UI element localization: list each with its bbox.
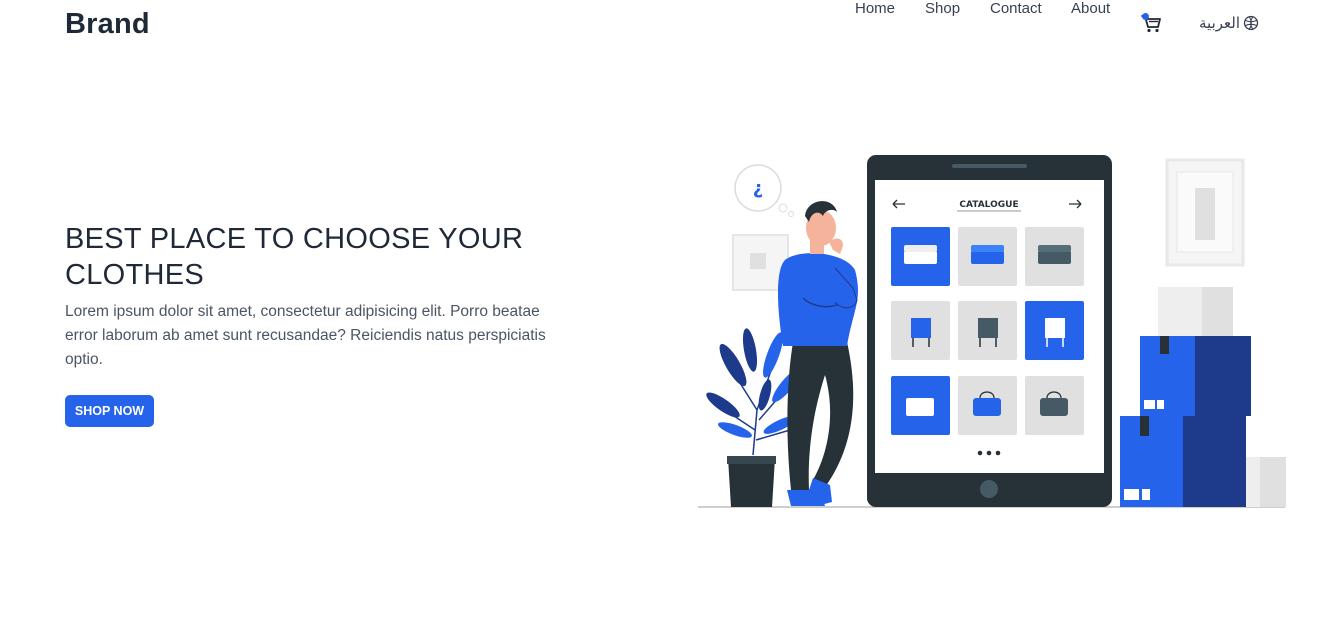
nav-link-contact[interactable]: Contact <box>990 0 1042 17</box>
hero-title: BEST PLACE TO CHOOSE YOUR CLOTHES <box>65 223 524 291</box>
boxes <box>1120 287 1286 507</box>
language-label: العربية <box>1199 15 1240 32</box>
language-switch[interactable]: العربية <box>1199 14 1259 32</box>
tablet-device: CATALOGUE <box>867 155 1112 507</box>
nav-link-shop[interactable]: Shop <box>925 0 960 17</box>
navbar: Brand Home Shop Contact About العربية <box>0 0 1341 52</box>
globe-icon <box>1243 15 1259 31</box>
shop-now-button[interactable]: SHOP NOW <box>65 395 154 427</box>
catalogue-label: CATALOGUE <box>959 200 1018 210</box>
cart-badge <box>1142 13 1149 20</box>
person-figure <box>778 201 858 506</box>
hero-illustration: ¿ CATALOGUE <box>698 155 1286 508</box>
nav-link-about[interactable]: About <box>1071 0 1110 17</box>
nav-link-home[interactable]: Home <box>855 0 895 17</box>
hero-description: Lorem ipsum dolor sit amet, consectetur … <box>65 303 546 368</box>
thought-symbol: ¿ <box>753 178 763 199</box>
brand-logo[interactable]: Brand <box>65 8 150 41</box>
